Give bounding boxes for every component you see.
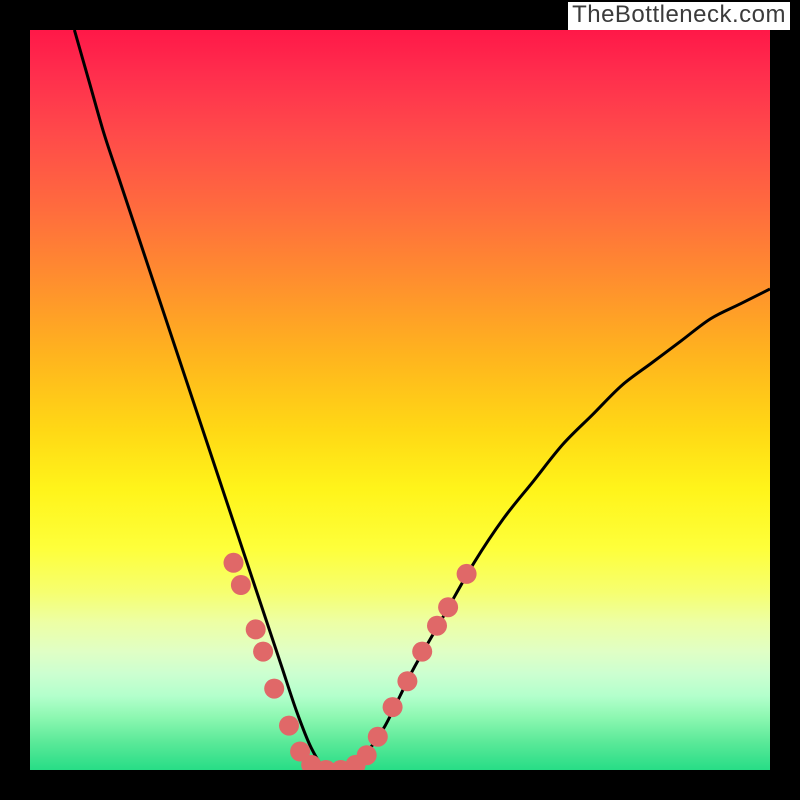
marker-dot <box>368 727 388 747</box>
marker-dot <box>264 679 284 699</box>
plot-area <box>30 30 770 770</box>
marker-dot <box>438 597 458 617</box>
marker-dot <box>357 745 377 765</box>
marker-layer <box>224 553 477 770</box>
marker-dot <box>246 619 266 639</box>
curve-layer <box>30 30 770 770</box>
marker-dot <box>279 716 299 736</box>
marker-dot <box>412 642 432 662</box>
chart-frame: TheBottleneck.com <box>0 0 800 800</box>
marker-dot <box>383 697 403 717</box>
marker-dot <box>253 642 273 662</box>
marker-dot <box>427 616 447 636</box>
marker-dot <box>457 564 477 584</box>
marker-dot <box>231 575 251 595</box>
marker-dot <box>397 671 417 691</box>
watermark-text: TheBottleneck.com <box>568 2 790 30</box>
marker-dot <box>224 553 244 573</box>
